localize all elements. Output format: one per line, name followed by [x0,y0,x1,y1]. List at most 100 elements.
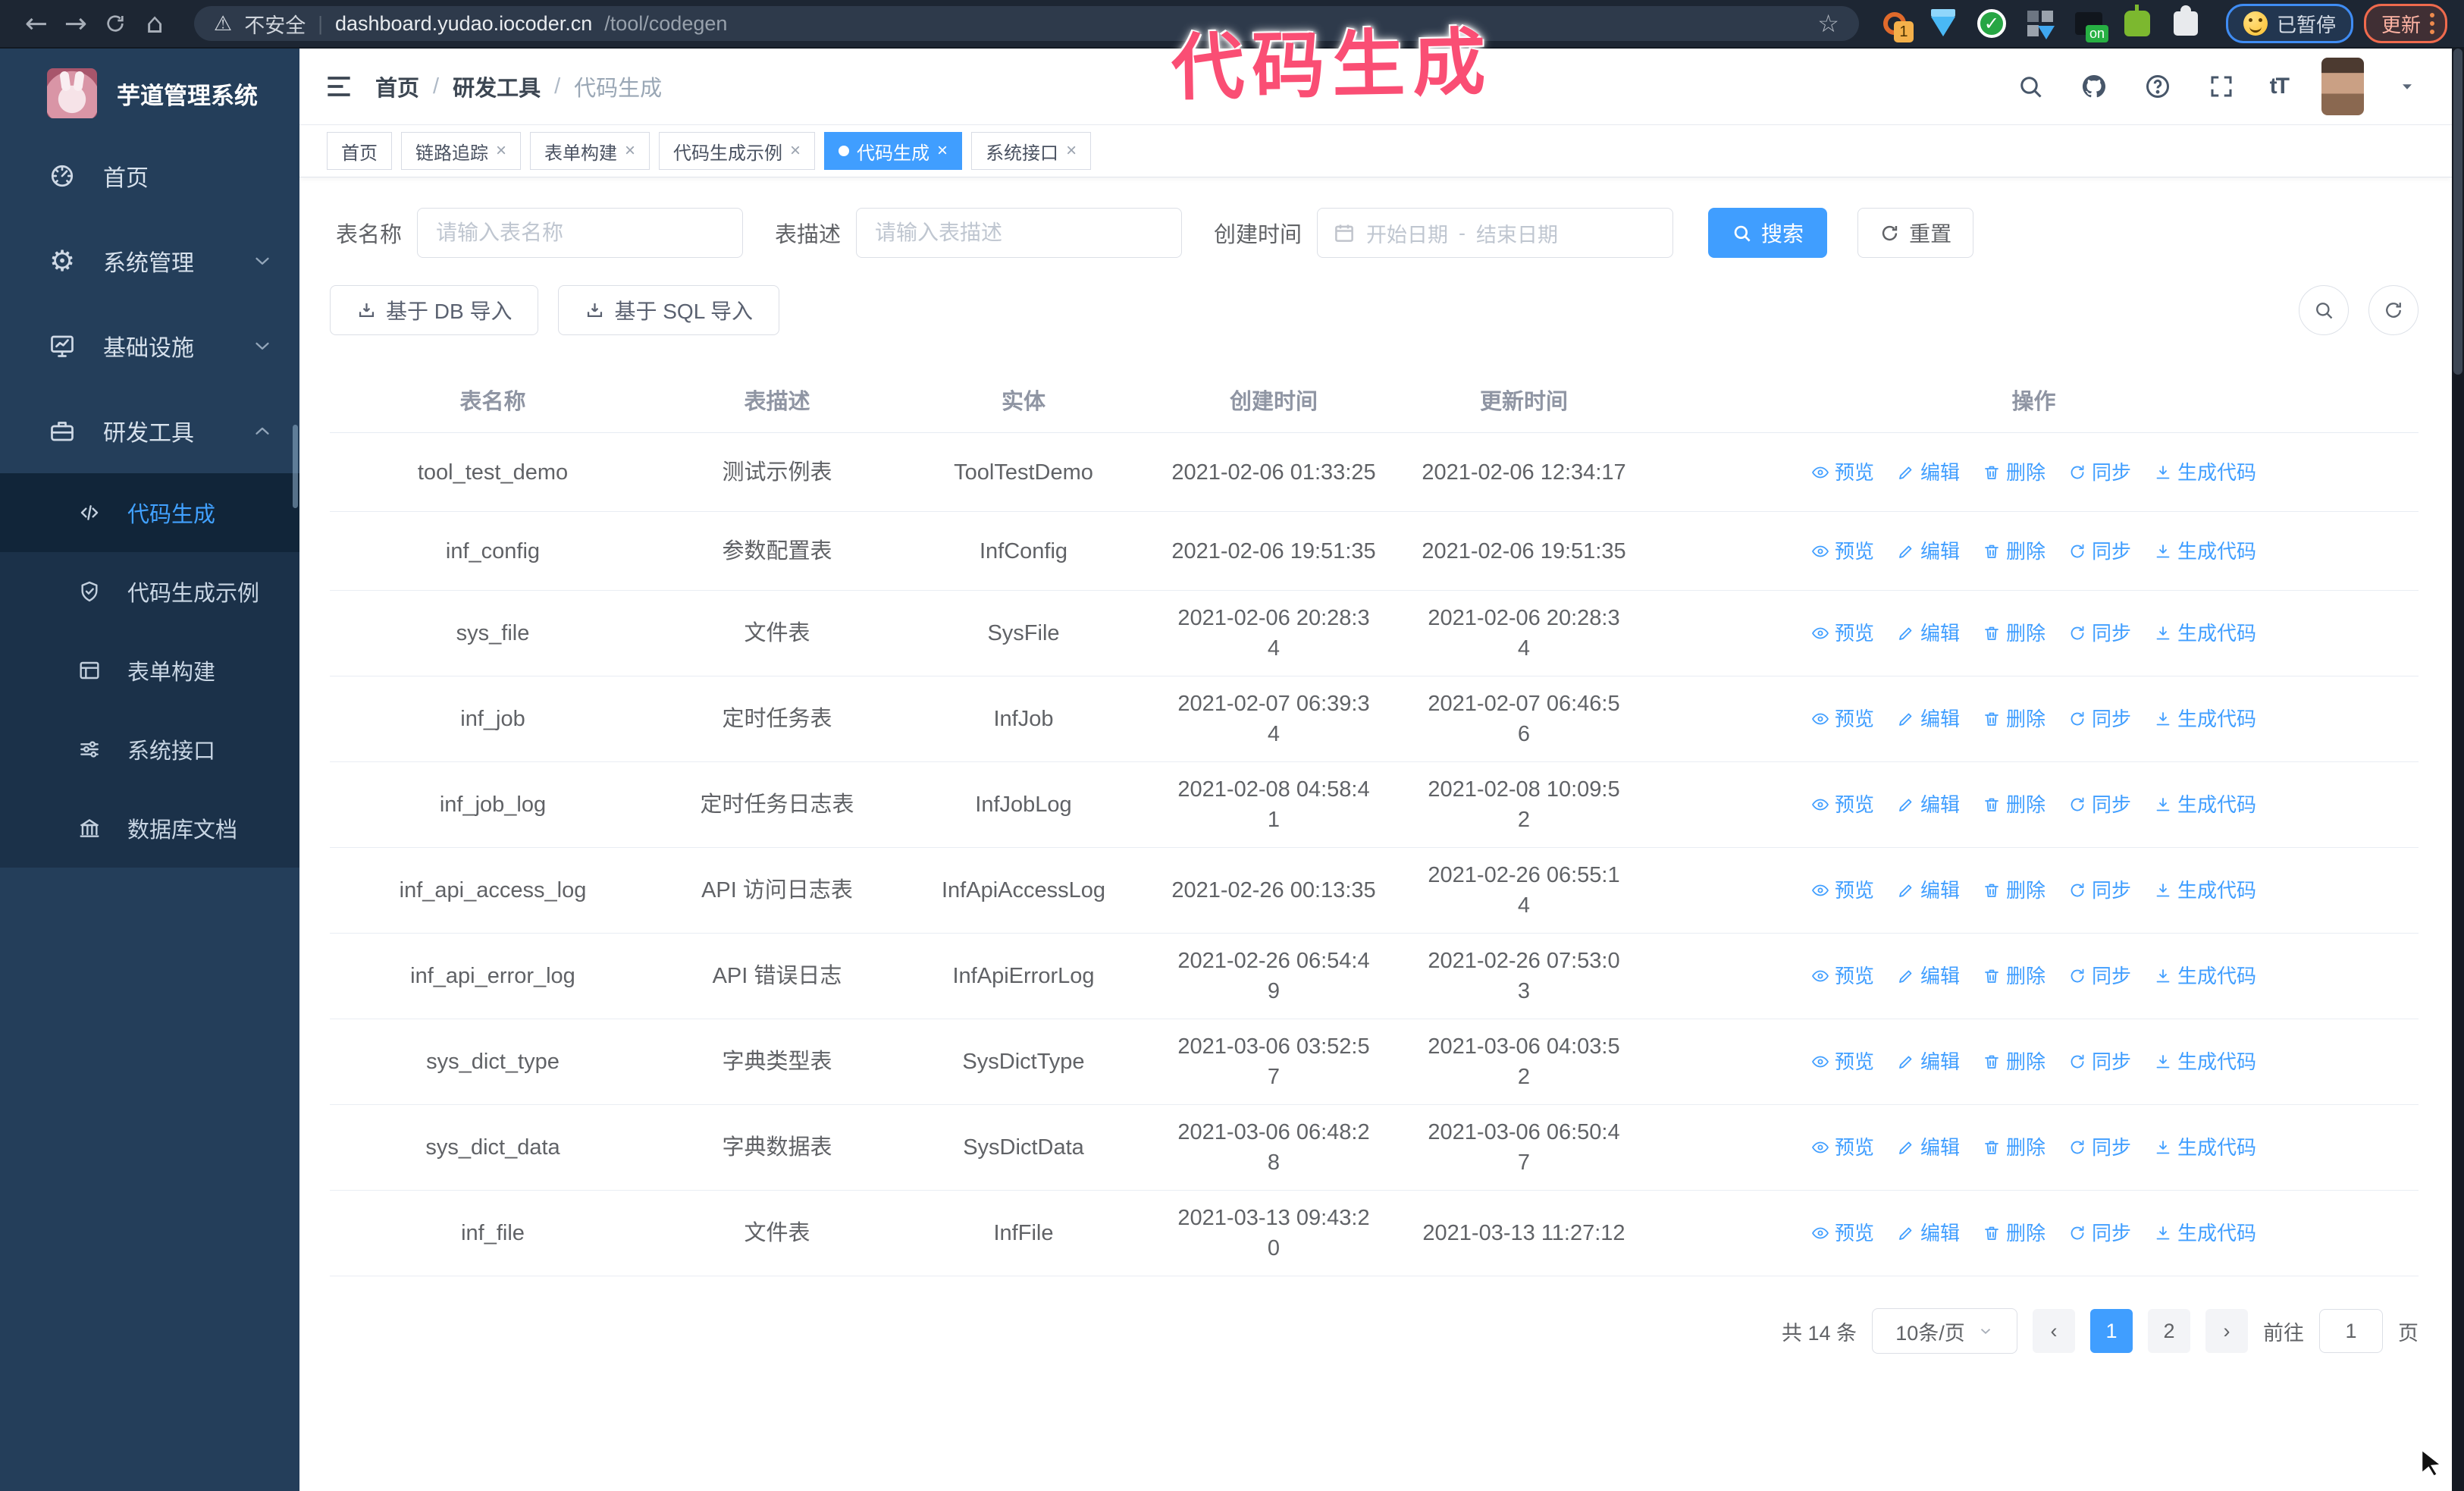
extension-puzzle-icon[interactable] [2170,5,2202,39]
reset-button[interactable]: 重置 [1857,208,1974,258]
action-编辑[interactable]: 编辑 [1897,1047,1960,1077]
action-预览[interactable]: 预览 [1811,1047,1874,1077]
action-编辑[interactable]: 编辑 [1897,875,1960,906]
action-删除[interactable]: 删除 [1983,789,2045,820]
sidebar-scrollbar[interactable] [293,425,298,508]
close-icon[interactable]: × [790,140,801,162]
avatar[interactable] [2321,58,2364,115]
action-同步[interactable]: 同步 [2068,1218,2131,1248]
extension-orange-icon[interactable]: 1 [1879,8,1914,42]
hamburger-icon[interactable] [322,70,356,103]
action-同步[interactable]: 同步 [2068,536,2131,567]
home-icon[interactable]: ⌂ [135,8,174,39]
action-生成代码[interactable]: 生成代码 [2154,1047,2256,1077]
goto-page-input[interactable] [2319,1309,2383,1353]
chevron-down-icon[interactable] [2397,77,2417,96]
address-bar[interactable]: ⚠ 不安全 | dashboard.yudao.iocoder.cn /tool… [194,6,1859,41]
action-编辑[interactable]: 编辑 [1897,1132,1960,1163]
action-预览[interactable]: 预览 [1811,704,1874,734]
tab-代码生成[interactable]: 代码生成 × [824,132,963,170]
extension-bot-icon[interactable] [2121,5,2153,39]
table-desc-input[interactable] [856,208,1183,258]
page-size-select[interactable]: 10条/页 [1872,1308,2017,1354]
action-编辑[interactable]: 编辑 [1897,961,1960,991]
menu-dots-icon[interactable] [2430,13,2434,34]
action-同步[interactable]: 同步 [2068,1132,2131,1163]
refresh-table-button[interactable] [2368,285,2419,335]
action-生成代码[interactable]: 生成代码 [2154,457,2256,488]
action-编辑[interactable]: 编辑 [1897,704,1960,734]
close-icon[interactable]: × [625,140,635,162]
action-删除[interactable]: 删除 [1983,457,2045,488]
next-page-button[interactable]: › [2205,1309,2248,1353]
action-生成代码[interactable]: 生成代码 [2154,704,2256,734]
search-icon[interactable] [2015,71,2045,102]
action-同步[interactable]: 同步 [2068,704,2131,734]
extension-chip-icon[interactable]: on [2073,8,2108,42]
close-icon[interactable]: × [937,140,948,162]
breadcrumb-devtools[interactable]: 研发工具 [453,71,541,102]
action-删除[interactable]: 删除 [1983,536,2045,567]
paused-button[interactable]: 已暂停 [2225,4,2353,43]
action-同步[interactable]: 同步 [2068,789,2131,820]
prev-page-button[interactable]: ‹ [2033,1309,2075,1353]
scrollbar[interactable] [2452,49,2464,1491]
action-生成代码[interactable]: 生成代码 [2154,618,2256,648]
url-host[interactable]: dashboard.yudao.iocoder.cn [335,12,592,36]
tab-系统接口[interactable]: 系统接口 × [971,132,1092,170]
font-size-icon[interactable]: tT [2270,74,2290,99]
sidebar-subitem-db-doc[interactable]: 数据库文档 [0,789,299,868]
sidebar-subitem-codegen[interactable]: 代码生成 [0,473,299,552]
action-删除[interactable]: 删除 [1983,704,2045,734]
action-预览[interactable]: 预览 [1811,789,1874,820]
page-button-1[interactable]: 1 [2090,1309,2133,1353]
action-生成代码[interactable]: 生成代码 [2154,961,2256,991]
fullscreen-icon[interactable] [2206,71,2237,102]
action-编辑[interactable]: 编辑 [1897,1218,1960,1248]
action-删除[interactable]: 删除 [1983,1047,2045,1077]
sidebar-subitem-system-api[interactable]: 系统接口 [0,710,299,789]
security-label[interactable]: 不安全 [244,9,306,39]
action-编辑[interactable]: 编辑 [1897,536,1960,567]
action-预览[interactable]: 预览 [1811,961,1874,991]
action-删除[interactable]: 删除 [1983,1218,2045,1248]
action-预览[interactable]: 预览 [1811,1218,1874,1248]
tab-代码生成示例[interactable]: 代码生成示例 × [659,132,816,170]
action-预览[interactable]: 预览 [1811,875,1874,906]
close-icon[interactable]: × [496,140,506,162]
sidebar-item-system-mgmt[interactable]: ⚙ 系统管理 [0,218,299,303]
action-同步[interactable]: 同步 [2068,961,2131,991]
search-button[interactable]: 搜索 [1708,208,1828,258]
extension-check-icon[interactable]: ✓ [1976,8,2008,39]
sidebar-item-home[interactable]: 首页 [0,133,299,218]
update-button[interactable]: 更新 [2363,4,2447,43]
sidebar-subitem-codegen-demo[interactable]: 代码生成示例 [0,552,299,631]
sidebar-item-infrastructure[interactable]: 基础设施 [0,303,299,388]
action-同步[interactable]: 同步 [2068,875,2131,906]
extension-gem-icon[interactable] [1927,8,1959,39]
action-预览[interactable]: 预览 [1811,536,1874,567]
action-编辑[interactable]: 编辑 [1897,789,1960,820]
import-db-button[interactable]: 基于 DB 导入 [330,285,539,335]
date-range-picker[interactable]: 开始日期 - 结束日期 [1317,208,1674,258]
tab-表单构建[interactable]: 表单构建 × [530,132,650,170]
scrollbar-thumb[interactable] [2453,49,2462,375]
extension-grid-icon[interactable] [2024,8,2056,39]
action-编辑[interactable]: 编辑 [1897,618,1960,648]
sidebar-subitem-form-builder[interactable]: 表单构建 [0,631,299,710]
help-icon[interactable] [2143,71,2173,102]
action-生成代码[interactable]: 生成代码 [2154,789,2256,820]
action-生成代码[interactable]: 生成代码 [2154,536,2256,567]
action-生成代码[interactable]: 生成代码 [2154,1218,2256,1248]
tab-链路追踪[interactable]: 链路追踪 × [401,132,522,170]
action-同步[interactable]: 同步 [2068,457,2131,488]
forward-icon[interactable]: → [56,8,96,39]
action-删除[interactable]: 删除 [1983,875,2045,906]
back-icon[interactable]: ← [17,8,56,39]
sidebar-item-dev-tools[interactable]: 研发工具 [0,388,299,473]
reload-icon[interactable] [96,11,135,36]
bookmark-star-icon[interactable]: ☆ [1817,9,1839,38]
action-删除[interactable]: 删除 [1983,961,2045,991]
logo[interactable]: 芋道管理系统 [0,49,299,133]
action-同步[interactable]: 同步 [2068,1047,2131,1077]
